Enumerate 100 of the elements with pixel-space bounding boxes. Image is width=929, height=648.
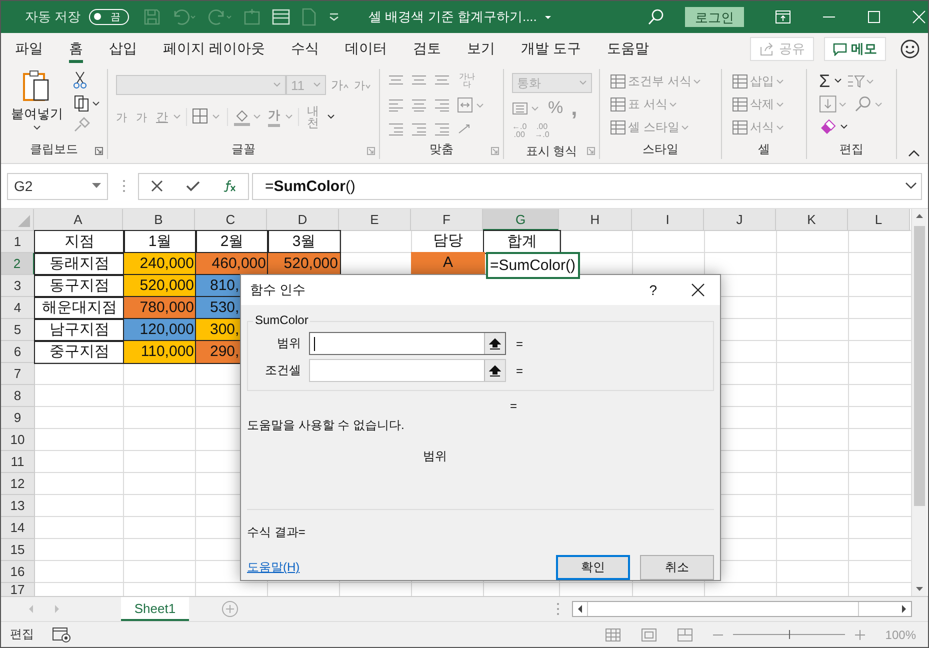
dialog-launcher-icon[interactable] (95, 147, 103, 155)
search-icon[interactable] (646, 8, 665, 26)
menu-tab[interactable]: 개발 도구 (520, 33, 581, 65)
form-icon[interactable] (270, 8, 291, 26)
ok-button[interactable]: 확인 (556, 555, 630, 580)
horizontal-scrollbar[interactable] (572, 601, 912, 617)
cancel-button[interactable]: 취소 (640, 555, 714, 580)
row-header[interactable]: 15 (1, 539, 35, 561)
brush-icon[interactable] (73, 117, 91, 133)
dialog-launcher-icon[interactable] (367, 147, 375, 155)
border-icon[interactable] (192, 108, 222, 126)
menu-tab[interactable]: 파일 (15, 33, 43, 65)
login-button[interactable]: 로그인 (684, 7, 744, 27)
column-header[interactable]: A (34, 209, 123, 231)
scissors-icon[interactable] (73, 71, 87, 89)
paste-button[interactable]: 붙여넣기 (11, 69, 63, 141)
search-icon[interactable] (852, 95, 884, 113)
redo-icon[interactable] (206, 8, 233, 26)
menu-tab[interactable]: 보기 (466, 33, 495, 65)
ribbon-display-icon[interactable] (774, 10, 791, 24)
align-icon[interactable] (434, 122, 450, 136)
row-header[interactable]: 7 (1, 363, 35, 385)
function-icon[interactable] (222, 180, 236, 192)
caret-icon[interactable] (327, 114, 335, 120)
column-header[interactable]: K (776, 209, 848, 231)
fill-down-icon[interactable] (819, 95, 849, 113)
page-layout-icon[interactable] (641, 628, 658, 642)
collapse-dialog-button[interactable] (484, 360, 505, 381)
font-name-field[interactable] (116, 75, 286, 95)
help-button[interactable]: ? (649, 282, 657, 298)
align-icon[interactable] (434, 98, 450, 112)
column-header[interactable]: G (483, 209, 559, 231)
column-header[interactable]: D (267, 209, 339, 231)
new-sheet-icon[interactable] (242, 8, 261, 26)
column-header[interactable]: B (123, 209, 195, 231)
name-box[interactable]: G2 (7, 172, 108, 200)
menu-tab[interactable]: 홈 (69, 33, 83, 65)
cancel-icon[interactable] (150, 180, 162, 192)
previous-sheet-icon[interactable] (27, 604, 35, 614)
dialog-launcher-icon[interactable] (587, 147, 595, 155)
document-icon[interactable] (300, 8, 317, 26)
collapse-dialog-button[interactable] (484, 333, 505, 354)
row-header[interactable]: 12 (1, 473, 35, 495)
dialog-launcher-icon[interactable] (491, 147, 499, 155)
menu-tab[interactable]: 검토 (412, 33, 441, 65)
sheet-tab[interactable]: Sheet1 (121, 597, 189, 621)
collapse-ribbon-icon[interactable] (908, 149, 920, 157)
row-header[interactable]: 14 (1, 517, 35, 539)
formula-field[interactable]: =SumColor() (252, 172, 922, 200)
column-header[interactable]: C (195, 209, 267, 231)
accounting-icon[interactable] (512, 100, 540, 116)
help-link[interactable]: 도움말(H) (247, 559, 300, 576)
row-header[interactable]: 11 (1, 451, 35, 473)
document-title[interactable]: 셀 배경색 기준 합계구하기.... (368, 8, 537, 26)
select-all-corner[interactable] (1, 209, 34, 231)
argument-field[interactable] (309, 332, 506, 355)
column-header[interactable]: E (339, 209, 411, 231)
row-header[interactable]: 8 (1, 385, 35, 407)
row-header[interactable]: 3 (1, 275, 35, 297)
add-sheet-icon[interactable] (221, 600, 239, 618)
maximize-icon[interactable] (866, 10, 881, 24)
row-header[interactable]: 2 (1, 253, 35, 275)
close-icon[interactable] (691, 283, 705, 297)
menu-tab[interactable]: 수식 (290, 33, 319, 65)
resize-handle-icon[interactable] (122, 179, 126, 193)
macro-record-icon[interactable] (52, 626, 72, 642)
argument-field[interactable] (309, 359, 506, 382)
checkmark-icon[interactable] (186, 180, 200, 192)
autosave-toggle[interactable]: 끔 (88, 9, 129, 25)
menu-tab[interactable]: 삽입 (109, 33, 137, 65)
scrollbar-thumb[interactable] (587, 602, 859, 616)
row-header[interactable]: 5 (1, 319, 35, 341)
menu-tab[interactable]: 도움말 (606, 33, 649, 65)
smiley-icon[interactable] (900, 39, 920, 59)
next-sheet-icon[interactable] (53, 604, 61, 614)
page-break-icon[interactable] (677, 628, 694, 642)
column-header[interactable]: H (559, 209, 632, 231)
row-header[interactable]: 17 (1, 583, 35, 596)
align-icon[interactable] (388, 98, 404, 112)
merge-icon[interactable] (457, 97, 485, 113)
normal-view-icon[interactable] (605, 628, 622, 642)
save-icon[interactable] (142, 8, 161, 26)
column-header[interactable]: J (704, 209, 776, 231)
split-handle-icon[interactable] (556, 602, 560, 616)
copy-icon[interactable] (73, 94, 101, 112)
memo-button[interactable]: 메모 (824, 37, 886, 61)
align-icon[interactable] (388, 122, 404, 136)
column-header[interactable]: F (411, 209, 483, 231)
row-header[interactable]: 16 (1, 561, 35, 583)
row-header[interactable]: 13 (1, 495, 35, 517)
menu-tab[interactable]: 페이지 레이아웃 (163, 33, 265, 65)
align-icon[interactable] (411, 98, 427, 112)
align-icon[interactable] (411, 122, 427, 136)
row-header[interactable]: 4 (1, 297, 35, 319)
caret-icon[interactable] (834, 78, 842, 84)
row-header[interactable]: 10 (1, 429, 35, 451)
row-header[interactable]: 1 (1, 231, 35, 253)
autosum-button[interactable]: Σ (819, 70, 830, 92)
menu-tab[interactable]: 데이터 (344, 33, 387, 65)
row-header[interactable]: 6 (1, 341, 35, 363)
